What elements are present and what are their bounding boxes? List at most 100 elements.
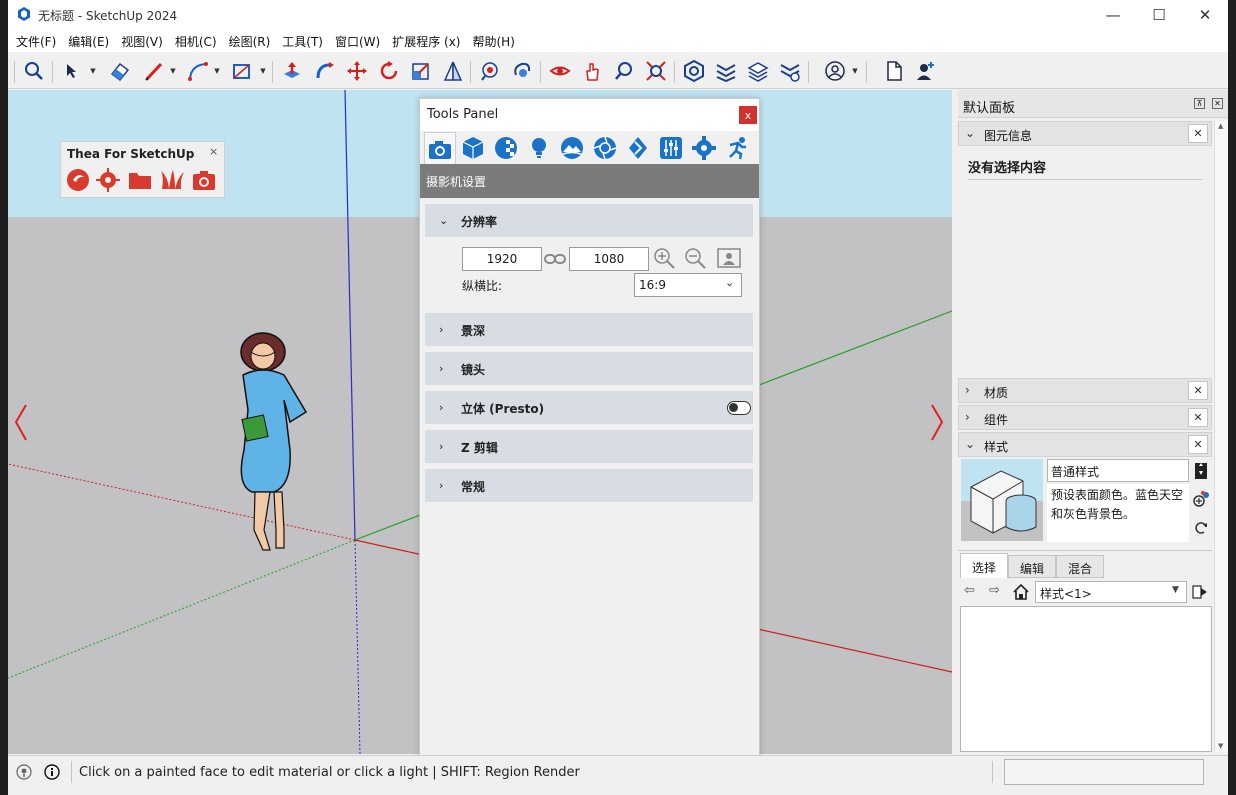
pencil-icon[interactable] [142, 59, 166, 83]
menu-edit[interactable]: 编辑(E) [68, 33, 109, 50]
tab-material-sphere-icon[interactable] [490, 132, 522, 164]
select-arrow-icon[interactable] [60, 59, 84, 83]
scroll-down-icon[interactable]: ▼ [1218, 742, 1223, 750]
portrait-frame-icon[interactable] [716, 247, 742, 269]
styles-tab-edit[interactable]: 编辑 [1008, 555, 1056, 578]
tab-light-bulb-icon[interactable] [523, 132, 555, 164]
menu-window[interactable]: 窗口(W) [335, 33, 380, 50]
thea-folder-icon[interactable] [127, 167, 153, 193]
orbit-icon[interactable] [510, 59, 534, 83]
zoom-in-icon[interactable] [652, 246, 678, 272]
tray-scrollbar[interactable]: ▲ ▼ [1214, 120, 1228, 752]
save-style-icon[interactable] [1194, 462, 1208, 480]
minimize-button[interactable]: — [1090, 0, 1136, 30]
create-style-icon[interactable] [1192, 490, 1210, 508]
info-icon[interactable] [44, 764, 60, 780]
thea-settings-gear-icon[interactable] [95, 167, 121, 193]
menu-file[interactable]: 文件(F) [16, 33, 56, 50]
account-icon[interactable] [823, 59, 847, 83]
rectangle-dropdown[interactable]: ▼ [258, 66, 268, 76]
scroll-left-arrow-icon[interactable] [14, 404, 27, 441]
thea-toolbar-close[interactable]: × [209, 145, 218, 158]
general-accordion[interactable]: › 常规 [425, 469, 753, 502]
styles-tab-mix[interactable]: 混合 [1056, 555, 1104, 578]
styles-list[interactable] [960, 606, 1212, 752]
materials-panel-header[interactable]: › 材质 ✕ [958, 378, 1212, 403]
zoom-icon[interactable] [612, 59, 636, 83]
style-collection-select[interactable]: 样式<1> ▼ [1035, 581, 1187, 603]
search-icon[interactable] [22, 59, 46, 83]
styles-tab-select[interactable]: 选择 [960, 553, 1008, 578]
z-clip-accordion[interactable]: › Z 剪辑 [425, 430, 753, 463]
new-file-icon[interactable] [882, 59, 906, 83]
resolution-accordion[interactable]: ⌄ 分辨率 [425, 204, 753, 237]
menu-camera[interactable]: 相机(C) [175, 33, 217, 50]
aspect-ratio-select[interactable]: 16:9 ⌄ [634, 273, 742, 297]
depth-of-field-accordion[interactable]: › 景深 [425, 313, 753, 346]
arc-icon[interactable] [186, 59, 210, 83]
tab-camera-icon[interactable] [424, 132, 456, 164]
pencil-dropdown[interactable]: ▼ [168, 66, 178, 76]
follow-me-icon[interactable] [313, 59, 337, 83]
materials-close-button[interactable]: ✕ [1188, 381, 1208, 400]
menu-help[interactable]: 帮助(H) [472, 33, 514, 50]
scale-icon[interactable] [409, 59, 433, 83]
back-arrow-icon[interactable]: ⇦ [964, 583, 975, 598]
maximize-button[interactable]: ☐ [1136, 0, 1182, 30]
entity-info-panel-header[interactable]: ⌄ 图元信息 ✕ [958, 121, 1212, 146]
home-icon[interactable] [1012, 583, 1030, 601]
select-dropdown[interactable]: ▼ [88, 66, 98, 76]
layout-icon[interactable] [746, 59, 770, 83]
update-style-icon[interactable] [1193, 520, 1209, 536]
stereo-presto-accordion[interactable]: › 立体 (Presto) [425, 391, 753, 424]
scale-figure-person[interactable] [240, 332, 308, 551]
thea-camera-icon[interactable] [191, 167, 217, 193]
pan-icon[interactable] [580, 59, 604, 83]
extension-manager-icon[interactable] [778, 59, 802, 83]
lens-accordion[interactable]: › 镜头 [425, 352, 753, 385]
tab-motion-figure-icon[interactable] [721, 132, 753, 164]
menu-draw[interactable]: 绘图(R) [229, 33, 271, 50]
extension-warehouse-icon[interactable] [714, 59, 738, 83]
rectangle-icon[interactable] [230, 59, 254, 83]
resolution-width-input[interactable]: 1920 [462, 247, 542, 271]
menu-view[interactable]: 视图(V) [121, 33, 163, 50]
push-pull-icon[interactable] [280, 59, 304, 83]
geo-location-icon[interactable] [16, 764, 32, 780]
stereo-toggle[interactable] [727, 401, 751, 415]
add-user-icon[interactable] [914, 59, 938, 83]
scroll-up-icon[interactable]: ▲ [1218, 122, 1223, 130]
forward-arrow-icon[interactable]: ⇨ [989, 583, 1000, 598]
scroll-right-arrow-icon[interactable] [931, 404, 944, 441]
menu-tools[interactable]: 工具(T) [282, 33, 323, 50]
tab-settings-gear-icon[interactable] [688, 132, 720, 164]
account-dropdown[interactable]: ▼ [850, 66, 860, 76]
menu-extensions[interactable]: 扩展程序 (x) [392, 33, 460, 50]
components-panel-header[interactable]: › 组件 ✕ [958, 405, 1212, 430]
entity-info-close-button[interactable]: ✕ [1188, 124, 1208, 143]
zoom-extents-icon[interactable] [644, 59, 668, 83]
thea-render-icon[interactable] [65, 167, 91, 193]
tools-panel-close-button[interactable]: x [739, 106, 757, 124]
section-plane-icon[interactable] [441, 59, 465, 83]
rotate-icon[interactable] [377, 59, 401, 83]
eraser-icon[interactable] [108, 59, 132, 83]
arc-dropdown[interactable]: ▼ [212, 66, 222, 76]
measurements-box[interactable] [1004, 759, 1204, 785]
tab-aperture-icon[interactable] [589, 132, 621, 164]
style-name-input[interactable]: 普通样式 [1047, 459, 1189, 482]
link-chain-icon[interactable] [544, 251, 566, 267]
tab-animation-icon[interactable] [622, 132, 654, 164]
tab-sliders-icon[interactable] [655, 132, 687, 164]
paint-bucket-icon[interactable] [478, 59, 502, 83]
components-close-button[interactable]: ✕ [1188, 408, 1208, 427]
warehouse-icon[interactable] [682, 59, 706, 83]
close-window-button[interactable]: ✕ [1182, 0, 1228, 30]
walk-icon[interactable] [548, 59, 572, 83]
tab-geometry-cube-icon[interactable] [457, 132, 489, 164]
styles-close-button[interactable]: ✕ [1188, 435, 1208, 454]
pin-icon[interactable]: ⊼ [1194, 98, 1205, 109]
details-arrow-icon[interactable] [1192, 584, 1208, 600]
resolution-height-input[interactable]: 1080 [569, 247, 649, 271]
tab-environment-icon[interactable] [556, 132, 588, 164]
